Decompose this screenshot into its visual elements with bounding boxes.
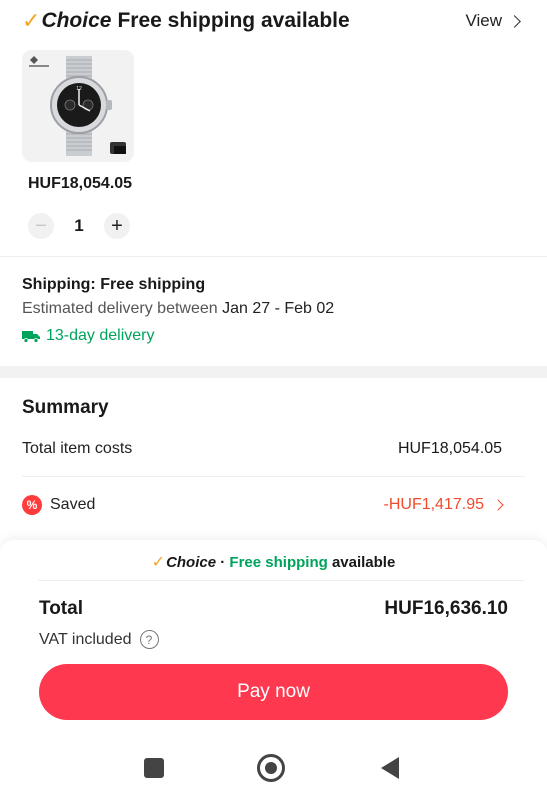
- saved-label: Saved: [50, 496, 96, 513]
- delivery-label: 13-day delivery: [46, 327, 155, 344]
- view-label: View: [465, 11, 502, 30]
- section-divider: [0, 366, 547, 378]
- choice-logo: ✓ Choice Free shipping available: [22, 8, 350, 34]
- summary-title: Summary: [22, 397, 109, 418]
- product-price: HUF18,054.05: [28, 175, 133, 192]
- system-nav-bar: [0, 740, 547, 800]
- divider: [22, 476, 525, 477]
- saved-label-group: % Saved: [22, 495, 95, 515]
- increase-quantity-button[interactable]: +: [104, 213, 130, 239]
- separator: ·: [220, 554, 226, 571]
- delivery-estimate: Estimated delivery between Jan 27 - Feb …: [22, 300, 334, 318]
- item-costs-row: Total item costs HUF18,054.05: [22, 440, 502, 458]
- svg-text:12: 12: [76, 86, 82, 92]
- pay-now-button[interactable]: Pay now: [39, 664, 508, 720]
- vat-info: VAT included ?: [39, 630, 159, 649]
- vat-label: VAT included: [39, 630, 132, 648]
- estimate-prefix: Estimated delivery between: [22, 300, 218, 317]
- free-shipping-label: Free shipping: [229, 554, 328, 571]
- total-label: Total: [39, 598, 83, 619]
- available-label: available: [331, 554, 396, 571]
- quantity-value: 1: [74, 216, 84, 235]
- saved-value: -HUF1,417.95: [383, 496, 485, 513]
- chevron-right-icon: [492, 499, 504, 511]
- product-image[interactable]: 12: [22, 50, 134, 162]
- home-icon[interactable]: [257, 754, 285, 782]
- divider: [0, 256, 547, 257]
- view-link[interactable]: View: [465, 11, 521, 31]
- choice-banner: ✓Choice · Free shipping available: [0, 552, 547, 572]
- quantity-stepper: − 1 +: [28, 213, 130, 239]
- checkmark-icon: ✓: [22, 8, 41, 33]
- header-title: Free shipping available: [117, 9, 350, 32]
- recent-apps-icon[interactable]: [144, 758, 164, 778]
- help-icon[interactable]: ?: [139, 630, 159, 649]
- saved-value-group: -HUF1,417.95: [383, 496, 504, 514]
- item-costs-value: HUF18,054.05: [397, 440, 502, 457]
- saved-row[interactable]: % Saved -HUF1,417.95: [22, 495, 504, 515]
- shipping-title: Shipping: Free shipping: [22, 276, 206, 293]
- discount-icon: %: [22, 495, 42, 515]
- divider: [38, 580, 524, 581]
- truck-icon: [22, 331, 40, 343]
- delivery-time: 13-day delivery: [22, 327, 155, 345]
- choice-header: ✓ Choice Free shipping available View: [0, 0, 547, 40]
- checkmark-icon: ✓: [151, 554, 166, 571]
- estimate-dates: Jan 27 - Feb 02: [222, 300, 335, 317]
- watch-image: 12: [22, 50, 134, 162]
- chevron-right-icon: [508, 14, 521, 28]
- item-costs-label: Total item costs: [22, 440, 133, 457]
- decrease-quantity-button[interactable]: −: [28, 213, 54, 239]
- choice-label: Choice: [166, 554, 217, 571]
- back-icon[interactable]: [381, 757, 399, 779]
- total-value: HUF16,636.10: [384, 598, 508, 619]
- choice-label: Choice: [41, 9, 112, 32]
